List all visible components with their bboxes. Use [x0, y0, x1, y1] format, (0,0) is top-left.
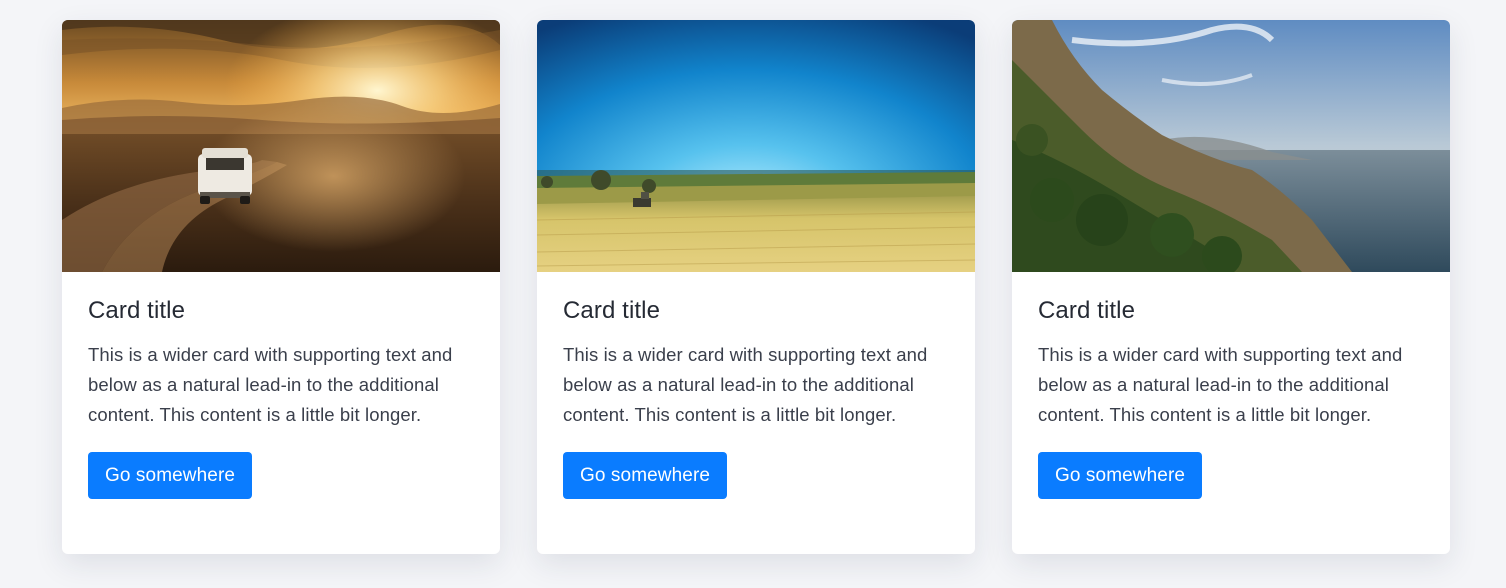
- card-image-wheat-field: [537, 20, 975, 272]
- card-body: Card title This is a wider card with sup…: [62, 272, 500, 524]
- card-text: This is a wider card with supporting tex…: [88, 344, 453, 425]
- card-text: This is a wider card with supporting tex…: [563, 344, 928, 425]
- card-3: Card title This is a wider card with sup…: [1012, 20, 1450, 554]
- card-title: Card title: [1038, 297, 1136, 324]
- card-title: Card title: [88, 297, 186, 324]
- go-somewhere-button[interactable]: Go somewhere: [1038, 452, 1203, 499]
- card-2: Card title This is a wider card with sup…: [537, 20, 975, 554]
- card-deck: Card title This is a wider card with sup…: [0, 0, 1506, 588]
- card-body: Card title This is a wider card with sup…: [537, 272, 975, 524]
- go-somewhere-button[interactable]: Go somewhere: [563, 452, 728, 499]
- go-somewhere-button[interactable]: Go somewhere: [88, 452, 253, 499]
- card-1: Card title This is a wider card with sup…: [62, 20, 500, 554]
- card-image-coastal-cliffs: [1012, 20, 1450, 272]
- card-image-desert-van: [62, 20, 500, 272]
- card-title: Card title: [563, 297, 661, 324]
- card-body: Card title This is a wider card with sup…: [1012, 272, 1450, 524]
- card-text: This is a wider card with supporting tex…: [1038, 344, 1403, 425]
